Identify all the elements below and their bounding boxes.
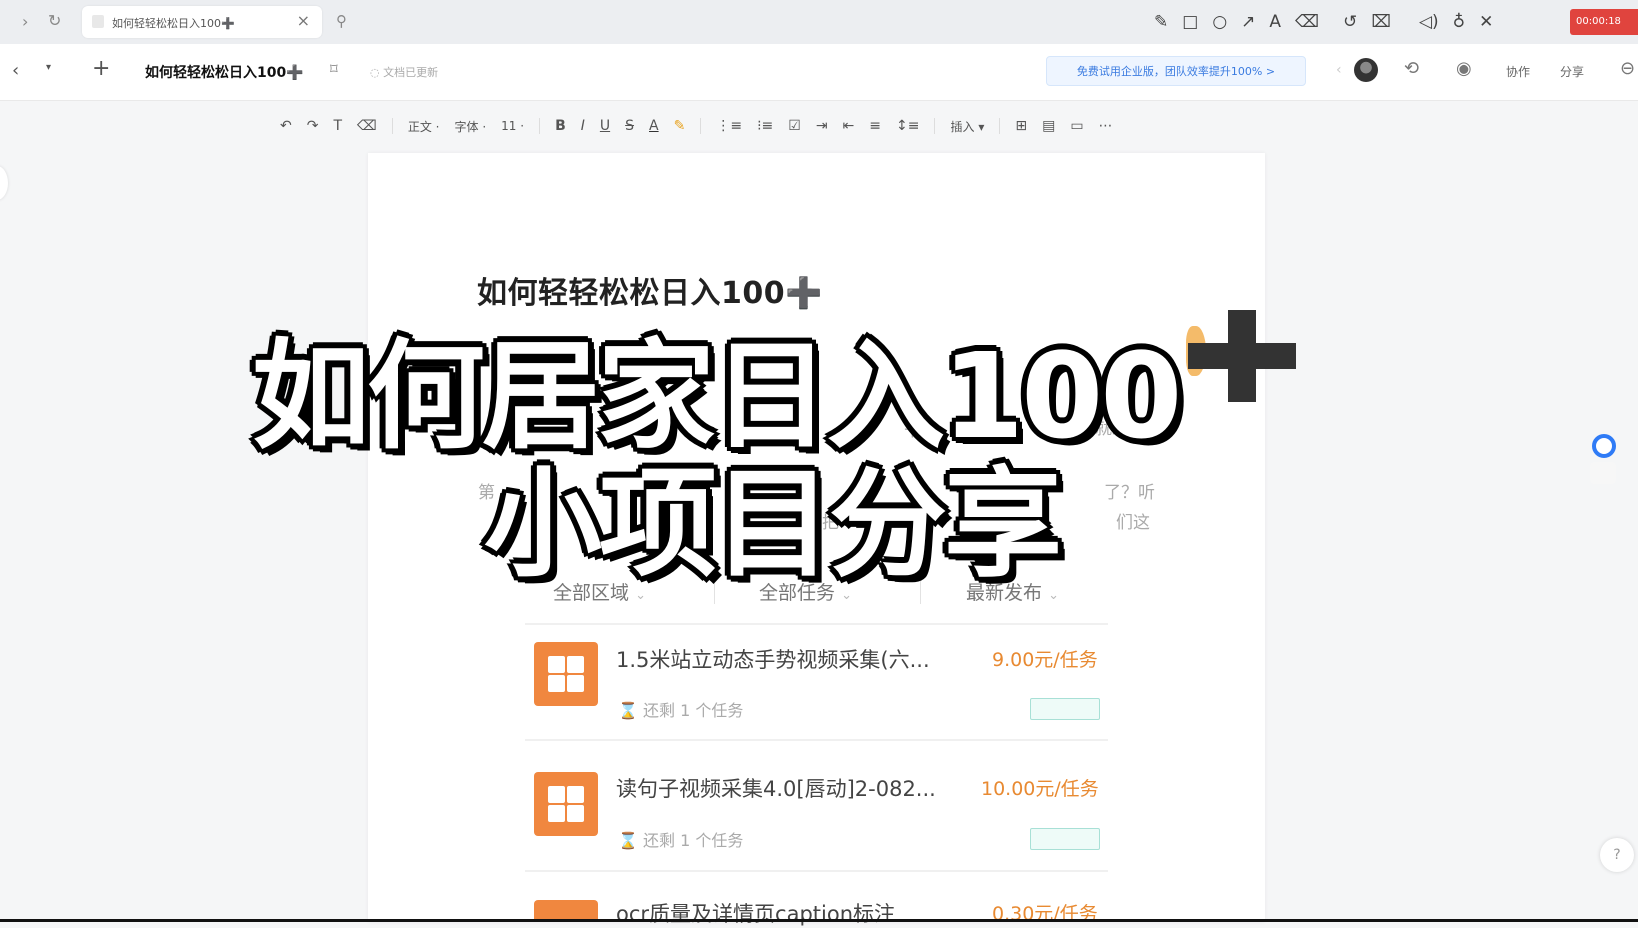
task-app-icon: [534, 772, 598, 836]
pen-icon[interactable]: ✎: [1154, 12, 1168, 32]
document-header: ‹ ▾ + 如何轻轻松松日入100➕ ⌑ ◌ 文档已更新 免费试用企业版，团队效…: [0, 44, 1638, 101]
bullet-list-icon[interactable]: ⁝≡: [757, 118, 773, 134]
checklist-icon[interactable]: ☑: [788, 118, 801, 134]
save-status-text: 文档已更新: [383, 66, 439, 79]
rectangle-icon[interactable]: □: [1182, 12, 1198, 32]
refresh-icon[interactable]: ↻: [48, 11, 61, 30]
task-remaining: ⌛ 还剩 1 个任务: [618, 827, 743, 851]
bookmark-icon[interactable]: ⌑: [330, 60, 338, 78]
divider: [700, 118, 702, 134]
search-icon[interactable]: ⚲: [336, 12, 347, 30]
circle-icon[interactable]: ○: [1212, 12, 1227, 32]
undo-icon[interactable]: ↺: [1343, 12, 1357, 32]
template-icon[interactable]: ▤: [1042, 118, 1055, 134]
arrow-icon[interactable]: ↗: [1241, 12, 1255, 32]
help-button[interactable]: ?: [1600, 838, 1634, 872]
task-price: 10.00元/任务: [981, 778, 1099, 800]
recording-timer: 00:00:18: [1570, 9, 1638, 35]
style-select[interactable]: 正文 ·: [408, 118, 440, 135]
text-color-icon[interactable]: A: [649, 118, 659, 134]
highlight-icon[interactable]: ✎: [674, 118, 686, 134]
more-icon[interactable]: ⊖: [1620, 58, 1635, 79]
page-icon: [92, 15, 104, 28]
forward-icon[interactable]: ›: [22, 12, 28, 31]
task-title[interactable]: ocr质量及详情页caption标注: [616, 898, 895, 928]
indent-icon[interactable]: ⇥: [816, 118, 828, 134]
annotation-tools: ✎ □ ○ ↗ A ⌫ ↺ ⌧ ◁) ♁ ✕: [1154, 12, 1493, 32]
font-select[interactable]: 字体 ·: [454, 118, 486, 135]
microphone-icon[interactable]: ♁: [1453, 12, 1465, 32]
task-title[interactable]: 读句子视频采集4.0[唇动]2-082...: [616, 773, 936, 803]
insert-menu[interactable]: 插入 ▾: [950, 118, 984, 135]
sidebar-toggle[interactable]: [0, 166, 8, 200]
outdent-icon[interactable]: ⇤: [843, 118, 855, 134]
task-price: 9.00元/任务: [992, 649, 1098, 671]
hourglass-icon: ⌛: [618, 831, 638, 850]
format-toolbar: ↶ ↷ T ⌫ 正文 · 字体 · 11 · B I U S A ✎ ⋮≡ ⁝≡…: [280, 110, 1113, 142]
collab-button[interactable]: 协作: [1506, 63, 1530, 80]
divider: [525, 739, 1108, 741]
side-panel-tab[interactable]: [1590, 462, 1616, 484]
ordered-list-icon[interactable]: ⋮≡: [716, 118, 742, 134]
format-painter-icon[interactable]: T: [333, 118, 342, 134]
bold-icon[interactable]: B: [555, 118, 566, 134]
divider: [999, 118, 1001, 134]
save-status: ◌ 文档已更新: [370, 66, 439, 79]
body-fragment: 们这: [1116, 513, 1150, 533]
assistant-icon[interactable]: [1592, 434, 1616, 458]
strikethrough-icon[interactable]: S: [625, 118, 634, 134]
task-tag: [1030, 698, 1100, 720]
underline-icon[interactable]: U: [600, 118, 610, 134]
task-title[interactable]: 1.5米站立动态手势视频采集(六...: [616, 644, 930, 674]
task-app-icon: [534, 642, 598, 706]
dropdown-icon[interactable]: ▾: [46, 62, 51, 73]
hourglass-icon: ⌛: [618, 701, 638, 720]
browser-tab-bar: › ↻ 如何轻轻松松日入100➕ × ⚲ ✎ □ ○ ↗ A ⌫ ↺ ⌧ ◁) …: [0, 0, 1638, 44]
divider: [539, 118, 541, 134]
share-button[interactable]: 分享: [1560, 63, 1584, 80]
trash-icon[interactable]: ⌧: [1371, 12, 1391, 32]
tab-title: 如何轻轻松松日入100➕: [112, 17, 235, 30]
undo-icon[interactable]: ↶: [280, 118, 292, 134]
insert-label: 插入: [950, 119, 975, 134]
overlay-caption-line2: 小项目分享: [484, 455, 1062, 593]
redo-icon[interactable]: ↷: [307, 118, 319, 134]
plus-icon: [1228, 310, 1256, 402]
close-icon[interactable]: ×: [297, 11, 310, 30]
size-label: 11: [501, 119, 517, 133]
body-fragment: 了？听: [1104, 483, 1155, 503]
comment-icon[interactable]: ▭: [1070, 118, 1083, 134]
divider: [934, 118, 936, 134]
style-label: 正文: [407, 119, 432, 134]
table-icon[interactable]: ⊞: [1015, 118, 1027, 134]
line-height-icon[interactable]: ↕≡: [896, 118, 919, 134]
collapse-icon[interactable]: ‹: [1336, 62, 1342, 78]
task-remaining-text: 还剩 1 个任务: [643, 701, 744, 720]
present-icon[interactable]: ◉: [1456, 58, 1472, 79]
italic-icon[interactable]: I: [581, 118, 585, 134]
eraser-icon[interactable]: ⌫: [1295, 12, 1319, 32]
avatar[interactable]: [1354, 58, 1378, 82]
task-tag: [1030, 828, 1100, 850]
speaker-icon[interactable]: ◁): [1419, 12, 1439, 32]
back-icon[interactable]: ‹: [12, 60, 19, 81]
upgrade-banner[interactable]: 免费试用企业版，团队效率提升100% >: [1046, 56, 1306, 86]
text-icon[interactable]: A: [1269, 12, 1281, 32]
font-label: 字体: [454, 119, 479, 134]
history-icon[interactable]: ⟲: [1404, 58, 1419, 79]
task-remaining-text: 还剩 1 个任务: [643, 831, 744, 850]
divider: [525, 623, 1108, 625]
divider: [525, 870, 1108, 872]
add-icon[interactable]: +: [92, 56, 110, 81]
document-title[interactable]: 如何轻轻松松日入100➕: [145, 62, 304, 82]
browser-tab[interactable]: 如何轻轻松松日入100➕ ×: [82, 6, 322, 38]
clear-format-icon[interactable]: ⌫: [357, 118, 377, 134]
more-tools-icon[interactable]: ⋯: [1099, 118, 1113, 134]
size-select[interactable]: 11 ·: [501, 119, 524, 133]
close-recorder-icon[interactable]: ✕: [1479, 12, 1493, 32]
align-icon[interactable]: ≡: [869, 118, 881, 134]
task-remaining: ⌛ 还剩 1 个任务: [618, 697, 743, 721]
divider: [391, 118, 393, 134]
